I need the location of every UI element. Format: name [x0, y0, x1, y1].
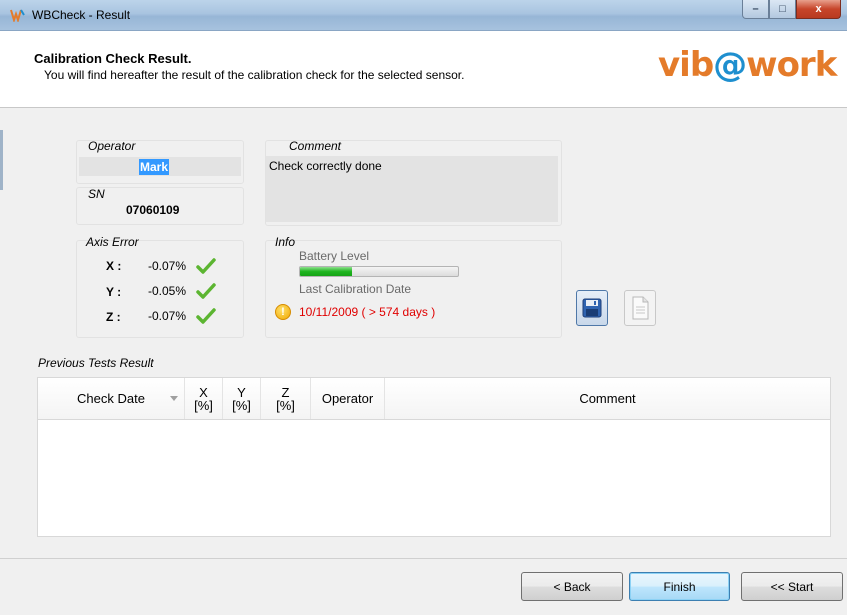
close-button[interactable]: x: [796, 0, 841, 19]
axis-z-value: -0.07%: [148, 309, 187, 323]
battery-level-label: Battery Level: [299, 249, 370, 263]
sort-arrow-icon[interactable]: [170, 396, 178, 401]
column-header-check-date[interactable]: Check Date: [38, 378, 185, 419]
comment-label: Comment: [289, 139, 342, 153]
window-controls: – □ x: [742, 0, 841, 20]
document-icon: [632, 296, 649, 320]
previous-tests-label: Previous Tests Result: [38, 356, 154, 370]
app-icon: [10, 9, 25, 22]
floppy-disk-icon: [582, 298, 602, 318]
save-button[interactable]: [576, 290, 608, 326]
check-icon: [196, 308, 216, 324]
maximize-button[interactable]: □: [769, 0, 796, 19]
battery-level-bar: [299, 266, 459, 277]
axis-x-label: X :: [106, 259, 122, 273]
page-subtitle: You will find hereafter the result of th…: [44, 68, 465, 82]
info-label: Info: [275, 235, 296, 249]
axis-y-label: Y :: [106, 285, 122, 299]
column-header-z[interactable]: Z [%]: [261, 378, 311, 419]
sn-value: 07060109: [126, 203, 180, 217]
window-title: WBCheck - Result: [32, 8, 131, 22]
check-icon: [196, 258, 216, 274]
axis-y-value: -0.05%: [148, 284, 187, 298]
window-edge: [0, 130, 3, 190]
start-button[interactable]: << Start: [741, 572, 843, 601]
column-header-y[interactable]: Y [%]: [223, 378, 261, 419]
comment-value: Check correctly done: [269, 159, 382, 173]
vibatwork-logo: vib@work: [658, 45, 837, 85]
close-icon: x: [815, 3, 822, 15]
minimize-icon: –: [752, 3, 759, 15]
page-header: Calibration Check Result. You will find …: [0, 31, 847, 108]
report-button[interactable]: [624, 290, 656, 326]
minimize-button[interactable]: –: [742, 0, 769, 19]
axis-error-label: Axis Error: [86, 235, 139, 249]
maximize-icon: □: [779, 3, 786, 15]
operator-label: Operator: [88, 139, 136, 153]
axis-z-label: Z :: [106, 310, 121, 324]
back-button[interactable]: < Back: [521, 572, 623, 601]
column-header-x[interactable]: X [%]: [185, 378, 223, 419]
warning-icon: !: [275, 304, 291, 320]
finish-button[interactable]: Finish: [629, 572, 730, 601]
axis-x-value: -0.07%: [148, 259, 187, 273]
title-bar[interactable]: WBCheck - Result – □ x: [0, 0, 847, 31]
table-header: Check Date X [%] Y [%] Z [%] Operator Co…: [38, 378, 830, 420]
operator-value[interactable]: Mark: [139, 159, 170, 175]
check-icon: [196, 283, 216, 299]
previous-tests-table[interactable]: Check Date X [%] Y [%] Z [%] Operator Co…: [37, 377, 831, 537]
last-calibration-label: Last Calibration Date: [299, 282, 412, 296]
footer-divider: [0, 558, 847, 559]
battery-level-fill: [300, 267, 353, 276]
column-header-operator[interactable]: Operator: [311, 378, 385, 419]
page-title: Calibration Check Result.: [34, 51, 192, 66]
last-calibration-date: 10/11/2009 ( > 574 days ): [299, 305, 436, 319]
column-header-comment[interactable]: Comment: [385, 378, 830, 419]
sn-label: SN: [88, 187, 105, 201]
wbcheck-result-window: WBCheck - Result – □ x Calibration Check…: [0, 0, 847, 615]
